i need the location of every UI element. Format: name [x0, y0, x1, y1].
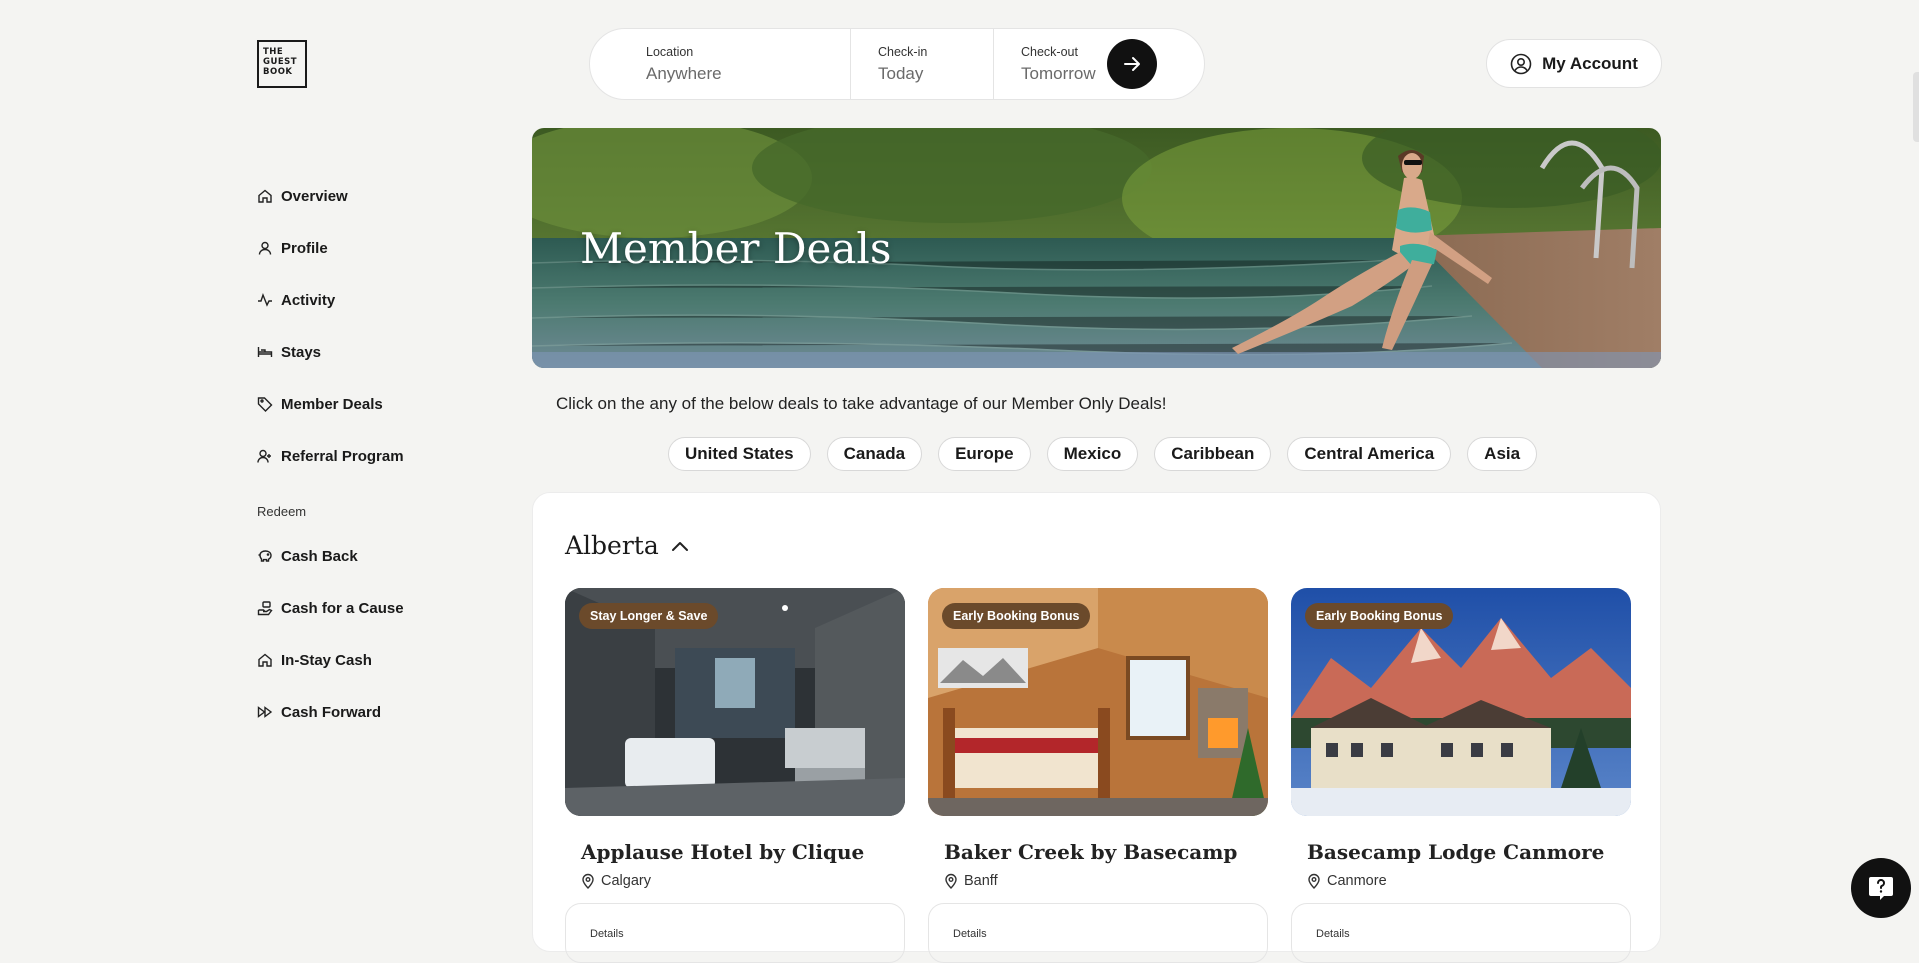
- home-icon: [258, 189, 272, 203]
- deal-card-image[interactable]: Stay Longer & Save: [565, 588, 905, 816]
- sidebar-item-label: Overview: [281, 187, 348, 205]
- sidebar-item-cash-back[interactable]: Cash Back: [257, 530, 497, 582]
- hero-banner: Member Deals: [532, 128, 1661, 368]
- activity-icon: [258, 292, 272, 307]
- sidebar-item-label: In-Stay Cash: [281, 651, 372, 669]
- chevron-up-icon: [671, 541, 688, 551]
- sidebar-item-label: Cash for a Cause: [281, 599, 404, 617]
- region-section-toggle[interactable]: Alberta: [565, 531, 689, 560]
- sidebar-item-in-stay-cash[interactable]: In-Stay Cash: [257, 634, 497, 686]
- sidebar-item-label: Referral Program: [281, 447, 404, 465]
- deal-card-location-label: Canmore: [1327, 873, 1387, 889]
- deal-card[interactable]: Stay Longer & Save Applause Hotel by Cli…: [565, 588, 905, 963]
- user-plus-icon: [257, 449, 271, 463]
- deal-badge: Early Booking Bonus: [942, 603, 1091, 629]
- side-drawer-handle[interactable]: [1913, 72, 1919, 142]
- bed-icon: [257, 347, 273, 357]
- search-bar: Location Anywhere Check-in Today Check-o…: [589, 28, 1205, 100]
- redeem-section-label: Redeem: [257, 504, 307, 519]
- deal-card-location: Canmore: [1307, 873, 1631, 889]
- location-value: Anywhere: [646, 63, 722, 83]
- user-icon: [258, 241, 272, 255]
- deals-panel: Alberta Stay Longer & Save Applause Hote…: [532, 492, 1661, 963]
- deal-card-details[interactable]: Details: [1291, 903, 1631, 963]
- sidebar-item-activity[interactable]: Activity: [257, 274, 497, 326]
- hand-coins-icon: [257, 601, 273, 616]
- region-section-title: Alberta: [565, 531, 659, 560]
- help-chat-icon: [1869, 877, 1893, 900]
- sidebar-item-overview[interactable]: Overview: [257, 170, 497, 222]
- sidebar-item-profile[interactable]: Profile: [257, 222, 497, 274]
- account-circle-icon: [1510, 53, 1532, 74]
- tag-icon: [257, 397, 273, 412]
- region-chip-united-states[interactable]: United States: [668, 437, 811, 471]
- region-filter-chips: United States Canada Europe Mexico Carib…: [668, 437, 1538, 471]
- checkin-field[interactable]: Check-in Today: [851, 29, 994, 99]
- region-chip-asia[interactable]: Asia: [1467, 437, 1538, 471]
- sidebar-item-label: Activity: [281, 291, 336, 309]
- sidebar-item-label: Stays: [281, 343, 322, 361]
- sidebar-item-cash-for-a-cause[interactable]: Cash for a Cause: [257, 582, 497, 634]
- sidebar-item-cash-forward[interactable]: Cash Forward: [257, 686, 497, 738]
- map-pin-icon: [582, 873, 594, 889]
- sidebar-nav: Overview Profile Activity Stays Member D…: [257, 170, 497, 738]
- intro-text: Click on the any of the below deals to t…: [556, 394, 1167, 413]
- sidebar-item-stays[interactable]: Stays: [257, 326, 497, 378]
- checkout-label: Check-out: [1021, 44, 1078, 59]
- region-chip-central-america[interactable]: Central America: [1287, 437, 1452, 471]
- piggy-bank-icon: [258, 550, 272, 562]
- region-chip-europe[interactable]: Europe: [938, 437, 1031, 471]
- deal-card-title[interactable]: Applause Hotel by Clique: [581, 840, 905, 864]
- arrow-right-icon: [1124, 57, 1140, 71]
- deal-badge: Early Booking Bonus: [1305, 603, 1454, 629]
- location-label: Location: [646, 44, 694, 59]
- checkout-value: Tomorrow: [1021, 63, 1096, 83]
- deal-badge: Stay Longer & Save: [579, 603, 719, 629]
- my-account-label: My Account: [1542, 53, 1638, 73]
- deal-card-location: Banff: [944, 873, 1268, 889]
- sidebar-item-member-deals[interactable]: Member Deals: [257, 378, 497, 430]
- logo[interactable]: THE GUEST BOOK: [257, 40, 307, 88]
- deal-card[interactable]: Early Booking Bonus Baker Creek by Basec…: [928, 588, 1268, 963]
- sidebar-item-referral-program[interactable]: Referral Program: [257, 430, 497, 482]
- sidebar-item-label: Cash Forward: [281, 703, 382, 721]
- logo-line: BOOK: [263, 67, 293, 77]
- deal-card-location-label: Calgary: [601, 873, 651, 889]
- home-icon: [258, 653, 272, 667]
- sidebar-item-label: Member Deals: [281, 395, 383, 413]
- deal-card-details[interactable]: Details: [565, 903, 905, 963]
- checkin-label: Check-in: [878, 44, 928, 59]
- checkin-value: Today: [878, 63, 924, 83]
- deal-card-location: Calgary: [581, 873, 905, 889]
- deal-card-details[interactable]: Details: [928, 903, 1268, 963]
- checkout-field[interactable]: Check-out Tomorrow: [994, 29, 1114, 99]
- deal-card-location-label: Banff: [964, 873, 998, 889]
- logo-line: THE: [263, 47, 284, 57]
- deal-card-title[interactable]: Basecamp Lodge Canmore: [1307, 840, 1631, 864]
- deal-card-image[interactable]: Early Booking Bonus: [1291, 588, 1631, 816]
- map-pin-icon: [1308, 873, 1320, 889]
- map-pin-icon: [945, 873, 957, 889]
- deal-card[interactable]: Early Booking Bonus Basecamp Lodge Canmo…: [1291, 588, 1631, 963]
- location-field[interactable]: Location Anywhere: [590, 29, 851, 99]
- fast-forward-icon: [257, 706, 273, 718]
- deal-card-image[interactable]: Early Booking Bonus: [928, 588, 1268, 816]
- region-chip-mexico[interactable]: Mexico: [1046, 437, 1139, 471]
- sidebar-item-label: Profile: [281, 239, 328, 257]
- deal-card-title[interactable]: Baker Creek by Basecamp: [944, 840, 1268, 864]
- help-chat-button[interactable]: [1851, 858, 1911, 918]
- region-chip-caribbean[interactable]: Caribbean: [1154, 437, 1272, 471]
- region-chip-canada[interactable]: Canada: [826, 437, 923, 471]
- my-account-button[interactable]: My Account: [1486, 39, 1662, 88]
- search-submit-button[interactable]: [1107, 39, 1157, 89]
- logo-line: GUEST: [263, 57, 298, 67]
- sidebar-item-label: Cash Back: [281, 547, 358, 565]
- page-title: Member Deals: [580, 224, 892, 273]
